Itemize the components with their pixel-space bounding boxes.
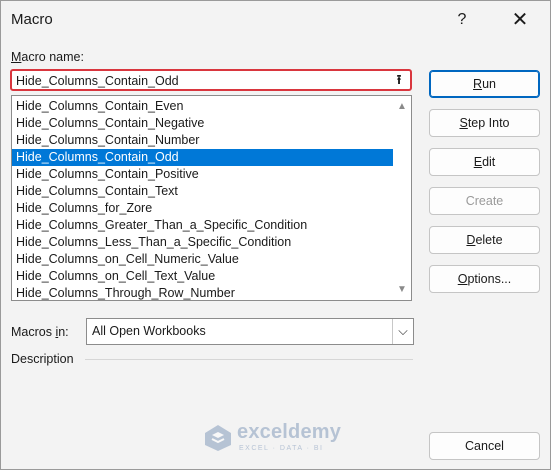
edit-button[interactable]: Edit: [429, 148, 540, 176]
exceldemy-watermark: exceldemy EXCEL · DATA · BI: [203, 421, 353, 457]
collapse-arrow-icon[interactable]: ⭱: [390, 72, 408, 88]
macro-list-item[interactable]: Hide_Columns_Contain_Odd: [12, 149, 393, 166]
macro-list-item[interactable]: Hide_Columns_Contain_Negative: [12, 115, 393, 132]
description-label: Description: [11, 352, 74, 366]
step-into-button[interactable]: Step Into: [429, 109, 540, 137]
scroll-up-icon[interactable]: ▲: [396, 101, 408, 112]
cancel-button[interactable]: Cancel: [429, 432, 540, 460]
watermark-tagline: EXCEL · DATA · BI: [239, 445, 324, 452]
macro-dialog: Macro ? ✕ Macro name: ⭱ Hide_Columns_Con…: [0, 0, 551, 470]
macro-name-field[interactable]: ⭱: [10, 69, 412, 91]
chevron-down-icon[interactable]: ⌵: [392, 319, 413, 344]
macro-list-item[interactable]: Hide_Columns_Contain_Even: [12, 98, 393, 115]
macros-in-value: All Open Workbooks: [92, 324, 206, 338]
scroll-down-icon[interactable]: ▼: [396, 284, 408, 295]
watermark-name: exceldemy: [237, 421, 342, 443]
macros-in-label: Macros in:: [11, 325, 69, 339]
macro-list-item[interactable]: Hide_Columns_on_Cell_Numeric_Value: [12, 251, 393, 268]
macro-list-items: Hide_Columns_Contain_Even Hide_Columns_Co…: [12, 98, 393, 300]
close-button[interactable]: ✕: [501, 7, 539, 33]
help-button[interactable]: ?: [447, 7, 477, 33]
exceldemy-logo-icon: [205, 425, 231, 451]
macro-list[interactable]: Hide_Columns_Contain_Even Hide_Columns_Co…: [11, 95, 412, 301]
window-title: Macro: [11, 11, 53, 28]
macro-list-item[interactable]: Hide_Columns_Contain_Number: [12, 132, 393, 149]
macro-list-item[interactable]: Hide_Columns_Through_Row_Number: [12, 285, 393, 300]
macro-name-label: Macro name:: [11, 50, 84, 64]
description-divider: [85, 359, 413, 360]
create-button[interactable]: Create: [429, 187, 540, 215]
macros-in-dropdown[interactable]: All Open Workbooks ⌵: [86, 318, 414, 345]
macro-list-item[interactable]: Hide_Columns_Contain_Positive: [12, 166, 393, 183]
macro-list-item[interactable]: Hide_Columns_on_Cell_Text_Value: [12, 268, 393, 285]
macro-list-item[interactable]: Hide_Columns_Greater_Than_a_Specific_Con…: [12, 217, 393, 234]
macro-name-input[interactable]: [16, 72, 386, 89]
macro-list-item[interactable]: Hide_Columns_for_Zore: [12, 200, 393, 217]
options-button[interactable]: Options...: [429, 265, 540, 293]
title-bar: Macro ? ✕: [1, 1, 550, 39]
macro-list-scrollbar[interactable]: ▲ ▼: [393, 96, 411, 300]
delete-button[interactable]: Delete: [429, 226, 540, 254]
macro-list-item[interactable]: Hide_Columns_Contain_Text: [12, 183, 393, 200]
macro-list-item[interactable]: Hide_Columns_Less_Than_a_Specific_Condit…: [12, 234, 393, 251]
run-button[interactable]: Run: [429, 70, 540, 98]
